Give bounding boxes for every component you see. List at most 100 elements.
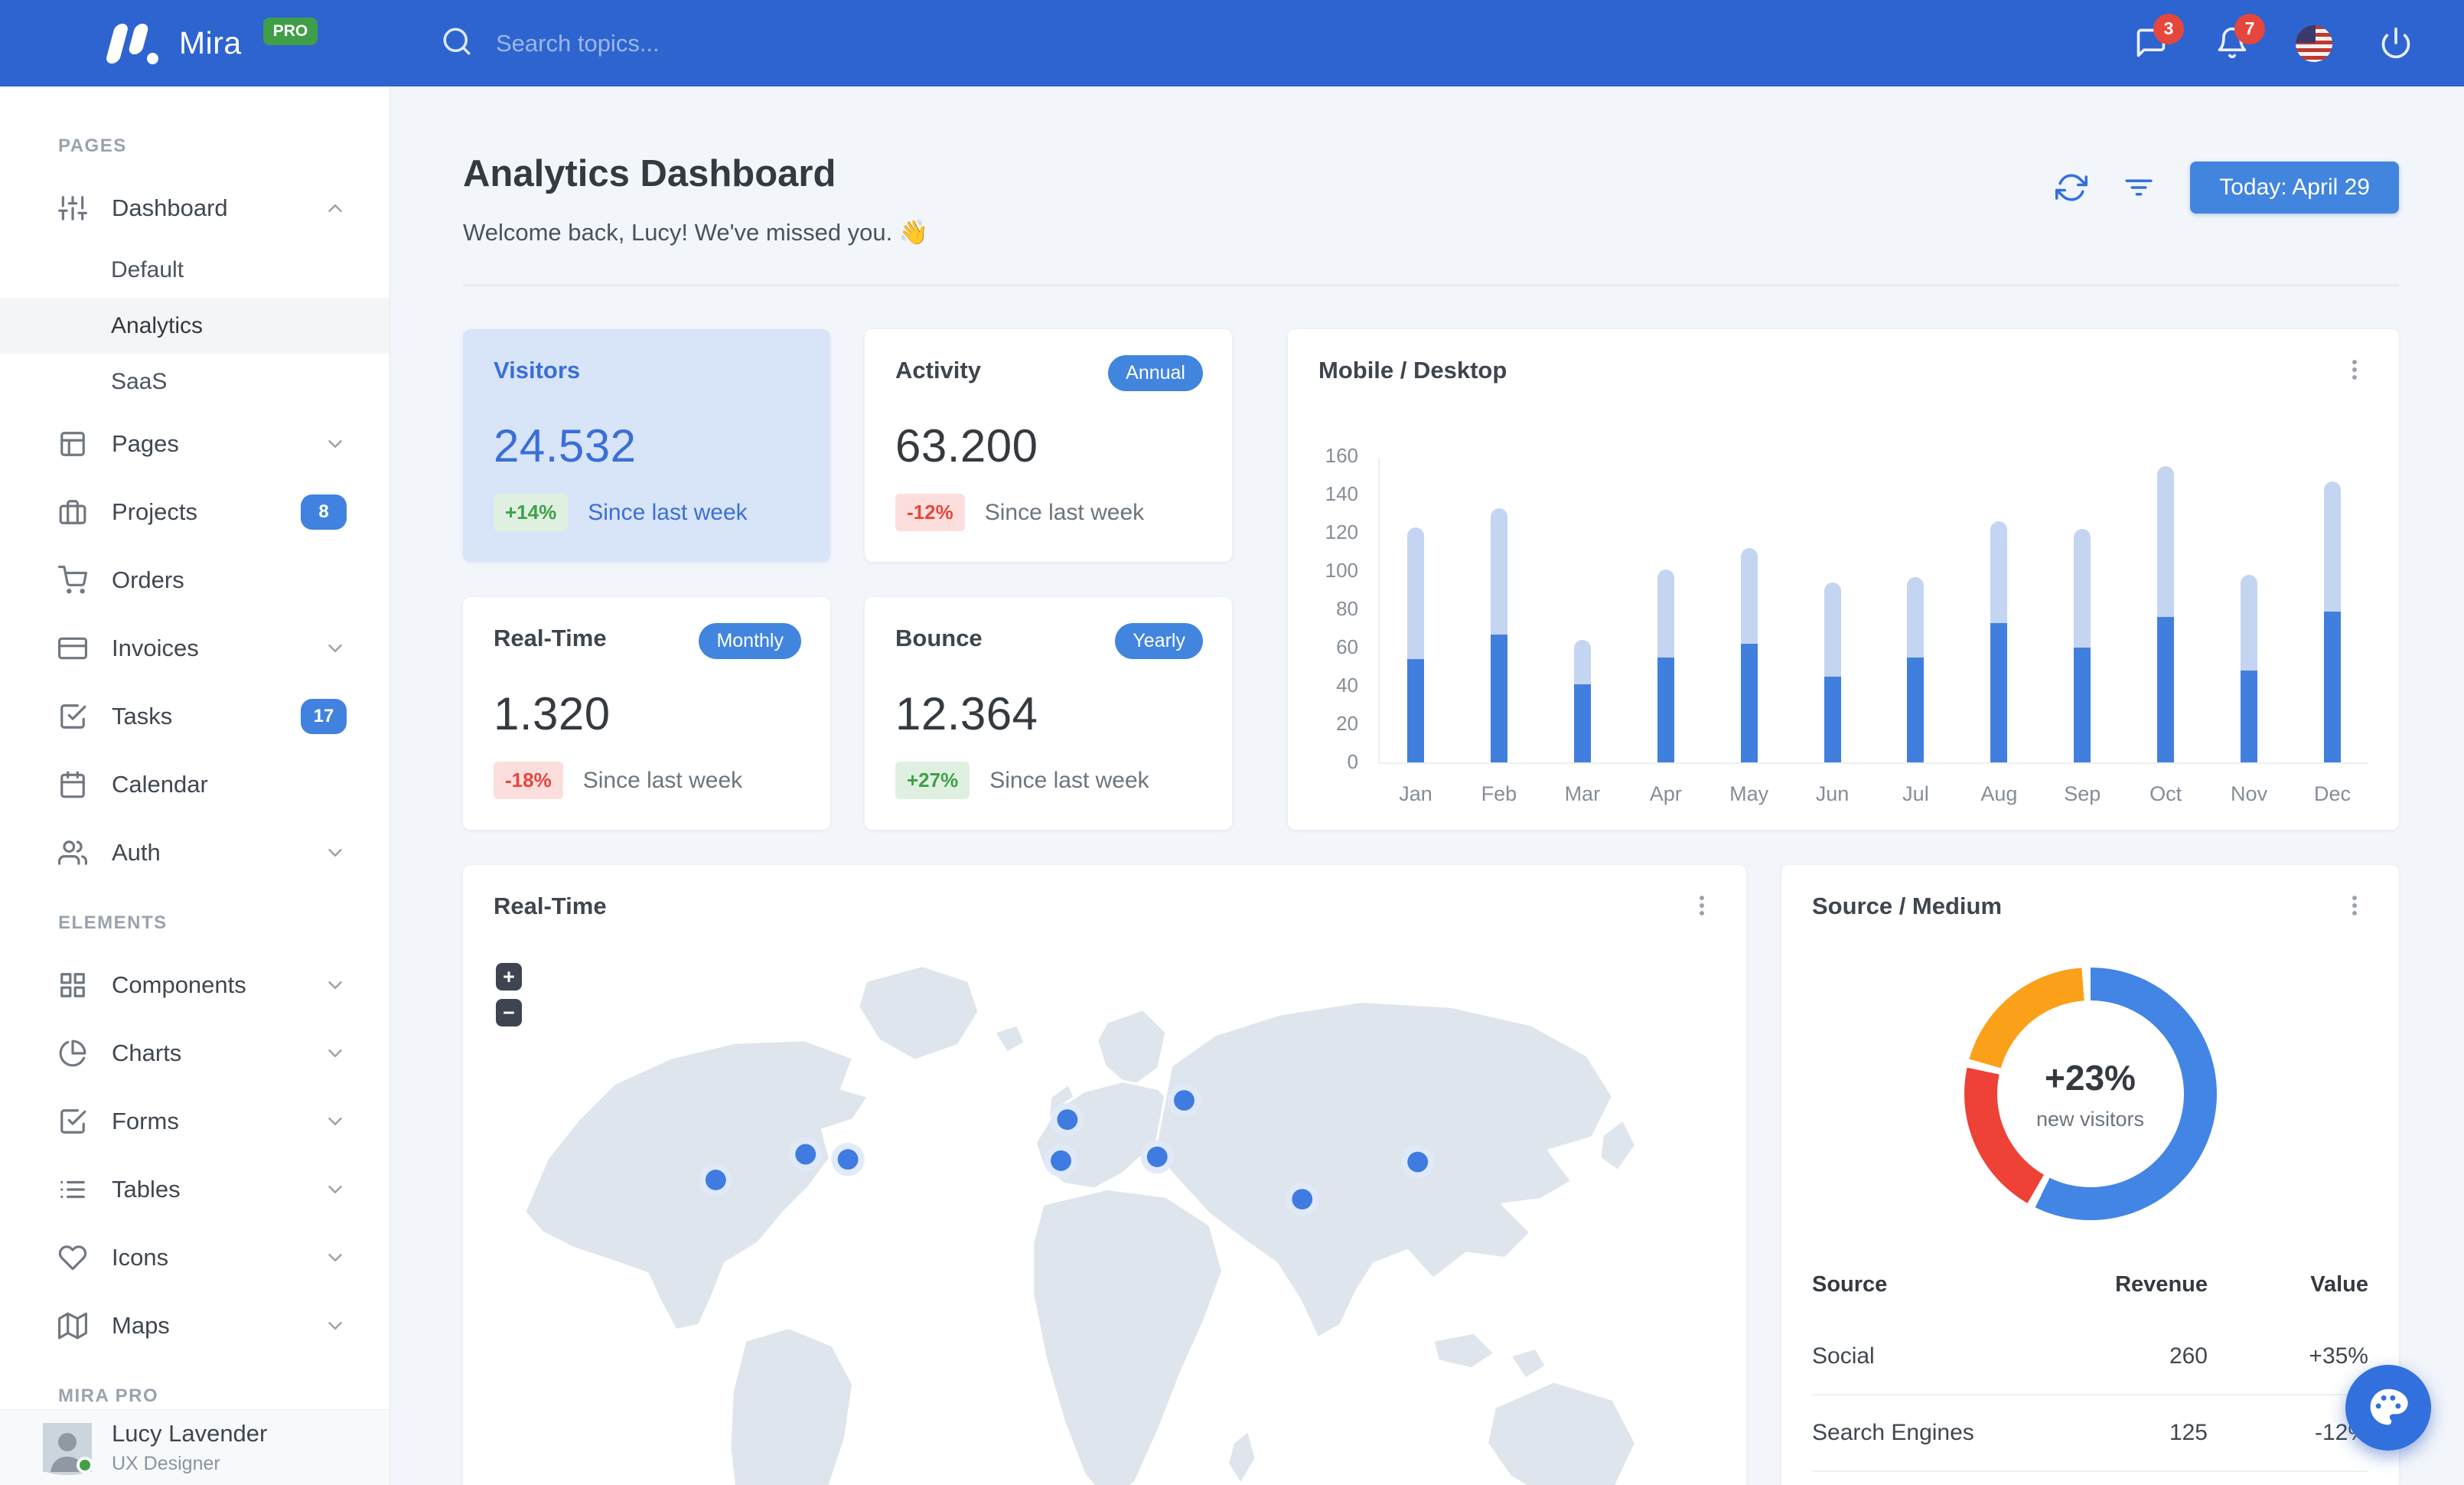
map-icon [58,1311,87,1340]
y-axis-tick: 0 [1347,750,1358,773]
sidebar-item-projects[interactable]: Projects 8 [0,478,389,546]
card-menu-button[interactable] [1688,893,1716,920]
chart-bars: Jan Feb Mar Apr May Jun Jul Aug Sep Oct Nov Dec [1380,458,2368,805]
sidebar-item-label: Tables [112,1175,181,1203]
sidebar-subitem-analytics[interactable]: Analytics [0,298,389,354]
donut-center-label: new visitors [2035,1107,2145,1131]
theme-settings-fab[interactable] [2345,1365,2431,1451]
stat-value: 1.320 [494,688,611,739]
sidebar-item-maps[interactable]: Maps [0,1291,389,1359]
bar-jul: Jul [1902,576,1929,805]
bar-segment-desktop [1824,676,1841,762]
sidebar-item-label: Components [112,971,246,998]
date-range-button[interactable]: Today: April 29 [2190,162,2399,214]
stat-caption: Since last week [984,499,1145,525]
brand[interactable]: Mira PRO [0,17,390,65]
donut-chart: +23% new visitors [1964,968,2217,1220]
map-marker [699,1163,733,1197]
page-title: Analytics Dashboard [463,153,836,194]
pro-badge: PRO [262,17,318,45]
check-square-icon [58,1107,87,1136]
bar-segment-mobile [2323,481,2341,612]
bar-oct: Oct [2149,465,2182,805]
sidebar-item-forms[interactable]: Forms [0,1087,389,1155]
stat-card-visitors: Visitors 24.532 +14% Since last week [463,329,830,562]
chevron-down-icon [324,841,347,864]
sidebar-item-label: Forms [112,1107,179,1134]
sidebar-item-calendar[interactable]: Calendar [0,750,389,818]
notifications-button[interactable]: 7 [2215,13,2265,61]
sidebar-item-dashboard[interactable]: Dashboard [0,174,389,242]
sidebar-item-label: Pages [112,429,179,457]
sidebar-item-tables[interactable]: Tables [0,1155,389,1223]
x-axis-label: Apr [1649,782,1682,805]
bar-segment-mobile [2157,465,2175,617]
stat-delta-chip: +27% [895,762,970,799]
sidebar-item-charts[interactable]: Charts [0,1019,389,1087]
stat-value: 63.200 [895,420,1038,472]
y-axis-tick: 20 [1336,712,1358,735]
stat-value: 24.532 [494,420,637,472]
map-marker [1051,1102,1084,1137]
card-menu-button[interactable] [2341,893,2368,920]
table-row-search-engines: Search Engines 125 -12% [1812,1394,2368,1471]
messages-button[interactable]: 3 [2133,13,2184,61]
bar-segment-mobile [1407,527,1424,659]
stat-card-bounce: Bounce Yearly 12.364 +27% Since last week [865,597,1232,830]
bar-segment-desktop [2157,617,2175,762]
users-icon [58,838,87,867]
map-zoom-out-button[interactable]: − [496,999,522,1026]
realtime-map-card: Real-Time + − [463,865,1746,1485]
refresh-button[interactable] [2055,171,2088,204]
cell-revenue: 125 [2047,1394,2208,1471]
sidebar: PAGES Dashboard Default Analytics SaaS Pages P… [0,86,390,1485]
chart-y-axis: 0 20 40 60 80 100 120 140 160 [1318,444,1378,773]
search-input[interactable] [496,29,1032,57]
source-card-title: Source / Medium [1812,893,2003,919]
sidebar-item-pages[interactable]: Pages [0,410,389,478]
sidebar-item-label: Dashboard [112,194,228,221]
bar-jan: Jan [1399,527,1432,805]
stat-card-activity: Activity Annual 63.200 -12% Since last week [865,329,1232,562]
search-icon [441,25,473,61]
stat-period-badge: Yearly [1115,623,1203,659]
map-marker [1167,1083,1201,1118]
world-map[interactable] [463,955,1746,1485]
y-axis-tick: 60 [1336,635,1358,658]
sidebar-item-tasks[interactable]: Tasks 17 [0,682,389,750]
map-marker [1285,1182,1319,1216]
sidebar-subitem-saas[interactable]: SaaS [0,354,389,410]
y-axis-tick: 40 [1336,674,1358,697]
chevron-down-icon [324,1178,347,1201]
sidebar-item-auth[interactable]: Auth [0,818,389,886]
bar-feb: Feb [1481,508,1517,805]
sidebar-section-pages: PAGES [58,135,127,156]
filter-button[interactable] [2123,171,2155,204]
sidebar-item-label: Orders [112,566,184,593]
sidebar-item-invoices[interactable]: Invoices [0,614,389,682]
table-row-direct: Direct164+46% [1812,1470,2368,1485]
x-axis-label: Mar [1564,782,1601,805]
stat-delta-chip: -18% [494,762,563,799]
y-axis-tick: 80 [1336,597,1358,620]
x-axis-label: Oct [2149,782,2182,805]
sidebar-section-mira-pro: MIRA PRO [58,1385,159,1406]
sign-out-button[interactable] [2378,26,2413,61]
page-subtitle: Welcome back, Lucy! We've missed you. 👋 [463,219,929,246]
card-menu-button[interactable] [2341,357,2368,384]
sidebar-user[interactable]: Lucy Lavender UX Designer [0,1409,389,1485]
map-marker [788,1137,823,1171]
sidebar-item-orders[interactable]: Orders [0,546,389,614]
x-axis-label: Feb [1481,782,1517,805]
sidebar-item-label: Charts [112,1039,182,1066]
map-zoom-in-button[interactable]: + [496,963,522,991]
language-flag-button[interactable] [2296,24,2332,62]
cell-source: Social [1812,1343,1875,1369]
sidebar-subitem-default[interactable]: Default [0,242,389,298]
palette-icon [2367,1385,2410,1431]
header-divider [463,285,2399,286]
stat-caption: Since last week [989,767,1149,793]
sidebar-item-components[interactable]: Components [0,951,389,1019]
donut-center-value: +23% [2045,1057,2136,1098]
sidebar-item-icons[interactable]: Icons [0,1223,389,1291]
